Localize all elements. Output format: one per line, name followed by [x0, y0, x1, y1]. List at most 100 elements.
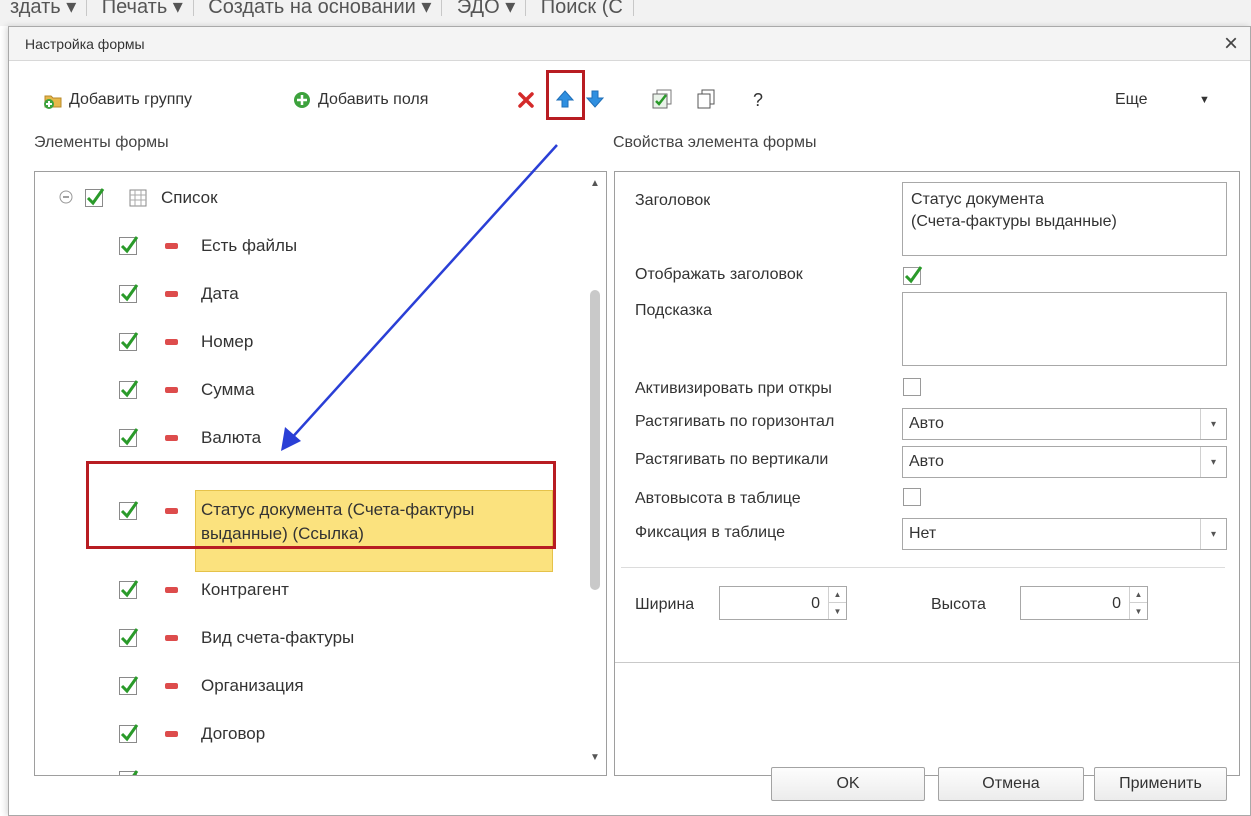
divider — [621, 567, 1225, 568]
annotation-arrow-icon — [281, 144, 558, 451]
header-label: Заголовок — [635, 192, 711, 209]
activate-checkbox[interactable] — [903, 378, 921, 396]
fixation-select[interactable]: Нет ▾ — [902, 518, 1227, 550]
check-icon — [120, 676, 139, 694]
stretch-vertical-select[interactable]: Авто ▾ — [902, 446, 1227, 478]
autoheight-label: Автовысота в таблице — [635, 490, 801, 507]
scroll-thumb[interactable] — [590, 290, 600, 590]
tree-item-label: Договор — [201, 724, 266, 743]
stretch-horizontal-select[interactable]: Авто ▾ — [902, 408, 1227, 440]
header-textarea[interactable]: Статус документа (Счета-фактуры выданные… — [902, 182, 1227, 256]
tree-item-row[interactable]: Договор — [35, 714, 575, 754]
checkbox[interactable] — [85, 188, 105, 207]
autoheight-checkbox[interactable] — [903, 488, 921, 506]
width-spin-buttons[interactable]: ▲ ▼ — [828, 587, 846, 619]
table-icon — [129, 189, 147, 207]
field-icon — [165, 635, 178, 641]
spin-up-icon[interactable]: ▲ — [829, 587, 846, 603]
add-group-icon — [44, 95, 62, 109]
checkbox[interactable] — [119, 676, 139, 695]
check-icon — [132, 770, 139, 775]
ok-button[interactable]: OK — [771, 767, 925, 801]
chevron-down-icon[interactable]: ▾ — [1200, 519, 1226, 549]
close-icon[interactable]: × — [1224, 30, 1238, 58]
height-label: Высота — [931, 596, 986, 613]
fixation-label: Фиксация в таблице — [635, 524, 785, 541]
field-icon — [165, 243, 178, 249]
cancel-button[interactable]: Отмена — [938, 767, 1084, 801]
tree-item-label: Контрагент — [201, 580, 289, 599]
chevron-down-icon[interactable]: ▾ — [1200, 409, 1226, 439]
spin-down-icon[interactable]: ▼ — [829, 603, 846, 619]
add-fields-label: Добавить поля — [318, 91, 429, 108]
checkbox[interactable] — [119, 428, 139, 447]
checkbox[interactable] — [119, 628, 139, 647]
checkbox[interactable] — [119, 724, 139, 743]
tooltip-textarea[interactable] — [902, 292, 1227, 366]
spin-up-icon[interactable]: ▲ — [1130, 587, 1147, 603]
check-icon — [120, 724, 139, 742]
height-spin-buttons[interactable]: ▲ ▼ — [1129, 587, 1147, 619]
form-settings-dialog: Настройка формы × Добавить группу Добави… — [8, 26, 1251, 816]
help-button[interactable]: ? — [753, 85, 763, 115]
height-value: 0 — [1112, 595, 1121, 612]
apply-button[interactable]: Применить — [1094, 767, 1227, 801]
show-header-label: Отображать заголовок — [635, 266, 803, 283]
scroll-down-icon[interactable]: ▼ — [590, 752, 600, 763]
checkbox[interactable] — [119, 380, 139, 399]
tree-item-row[interactable]: Организация — [35, 666, 575, 706]
move-up-highlight — [546, 70, 585, 120]
more-button[interactable]: Еще — [1115, 85, 1148, 115]
divider — [615, 662, 1239, 663]
field-icon — [165, 435, 178, 441]
checkbox[interactable] — [119, 284, 139, 303]
add-fields-icon — [294, 92, 310, 108]
bg-create-menu: здать ▾ — [0, 0, 88, 17]
bg-search: Поиск (С — [531, 0, 634, 17]
collapse-icon[interactable] — [59, 190, 73, 204]
background-app-toolbar: здать ▾ Печать ▾ Создать на основании ▾ … — [0, 0, 1251, 26]
dialog-title: Настройка формы — [25, 36, 145, 52]
stretch-horizontal-label: Растягивать по горизонтал — [635, 413, 835, 430]
check-icon — [904, 266, 923, 284]
header-value-line2: (Счета-фактуры выданные) — [911, 213, 1117, 230]
copy-icon[interactable] — [695, 88, 717, 110]
bg-create-based-menu: Создать на основании ▾ — [198, 0, 443, 17]
stretch-vertical-label: Растягивать по вертикали — [635, 451, 829, 468]
dialog-titlebar: Настройка формы × — [9, 27, 1250, 61]
tooltip-label: Подсказка — [635, 302, 713, 319]
height-spinner[interactable]: 0 ▲ ▼ — [1020, 586, 1148, 620]
field-icon — [165, 291, 178, 297]
tree-scrollbar[interactable]: ▲ ▼ — [584, 172, 606, 775]
check-icon — [120, 380, 139, 398]
check-all-icon[interactable] — [651, 88, 675, 110]
stretch-horizontal-value: Авто — [909, 415, 944, 432]
move-down-icon[interactable] — [585, 89, 605, 109]
width-spinner[interactable]: 0 ▲ ▼ — [719, 586, 847, 620]
checkbox[interactable] — [119, 236, 139, 255]
check-icon — [120, 628, 139, 646]
width-value: 0 — [811, 595, 820, 612]
activate-label: Активизировать при откры — [635, 380, 832, 397]
show-header-checkbox[interactable] — [903, 266, 923, 285]
delete-icon[interactable] — [517, 91, 535, 109]
add-group-button[interactable]: Добавить группу — [43, 85, 192, 115]
checkbox[interactable] — [119, 332, 139, 351]
form-toolbar: Добавить группу Добавить поля ? Еще ▼ — [9, 79, 1250, 119]
tree-item-label: Организация — [201, 676, 304, 695]
spin-down-icon[interactable]: ▼ — [1130, 603, 1147, 619]
checkbox[interactable] — [119, 770, 139, 775]
more-dropdown-icon[interactable]: ▼ — [1199, 85, 1210, 115]
add-fields-button[interactable]: Добавить поля — [292, 85, 428, 115]
field-icon — [165, 683, 178, 689]
field-icon — [165, 587, 178, 593]
element-properties-panel: Заголовок Статус документа (Счета-фактур… — [614, 171, 1240, 776]
tree-item-row[interactable]: Контрагент — [35, 572, 575, 612]
tree-item-row-partial[interactable] — [35, 762, 575, 775]
tree-root-label: Список — [161, 188, 218, 207]
width-label: Ширина — [635, 596, 695, 613]
checkbox[interactable] — [119, 580, 139, 599]
tree-item-row[interactable]: Вид счета-фактуры — [35, 618, 575, 658]
scroll-up-icon[interactable]: ▲ — [590, 178, 600, 189]
chevron-down-icon[interactable]: ▾ — [1200, 447, 1226, 477]
